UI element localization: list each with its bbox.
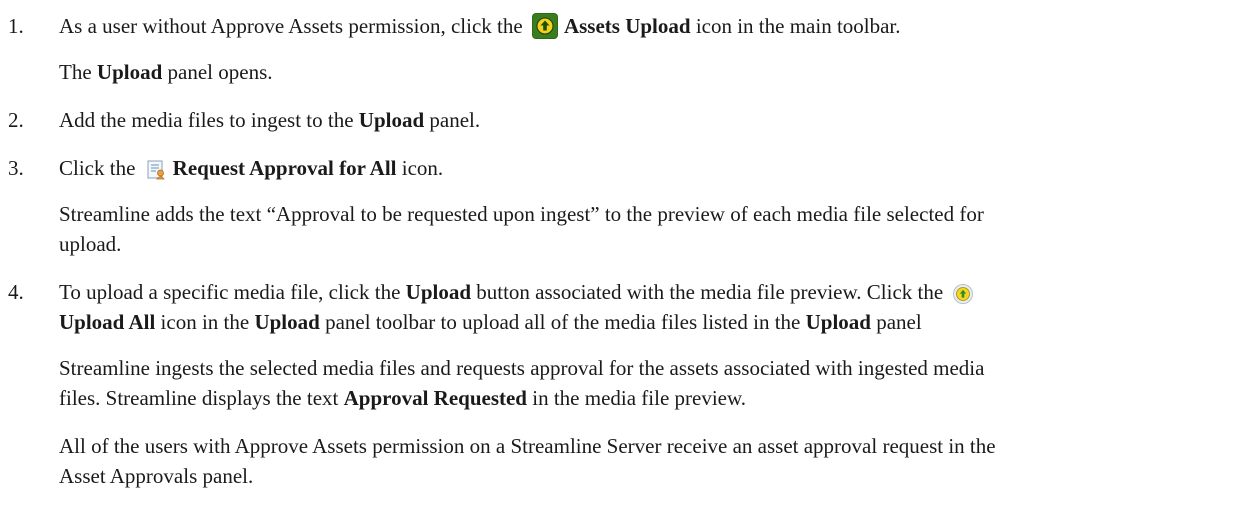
step-instruction: To upload a specific media file, click t… — [59, 277, 1234, 337]
step-instruction: Add the media files to ingest to the Upl… — [59, 108, 481, 132]
step-number: 1. — [8, 14, 24, 38]
step-result: All of the users with Approve Assets per… — [59, 434, 996, 488]
upload-all-icon — [952, 283, 974, 305]
step-result: Streamline adds the text “Approval to be… — [59, 202, 984, 256]
assets-upload-icon — [531, 13, 558, 39]
step-result: The Upload panel opens. — [59, 60, 273, 84]
step-instruction: As a user without Approve Assets permiss… — [59, 13, 901, 39]
step-number: 2. — [8, 108, 24, 132]
request-approval-icon — [145, 159, 167, 181]
step-number: 4. — [8, 280, 24, 304]
step-number: 3. — [8, 156, 24, 180]
step-instruction: Click the Request Approval for All icon. — [59, 156, 444, 181]
step-result: Streamline ingests the selected media fi… — [59, 356, 985, 410]
